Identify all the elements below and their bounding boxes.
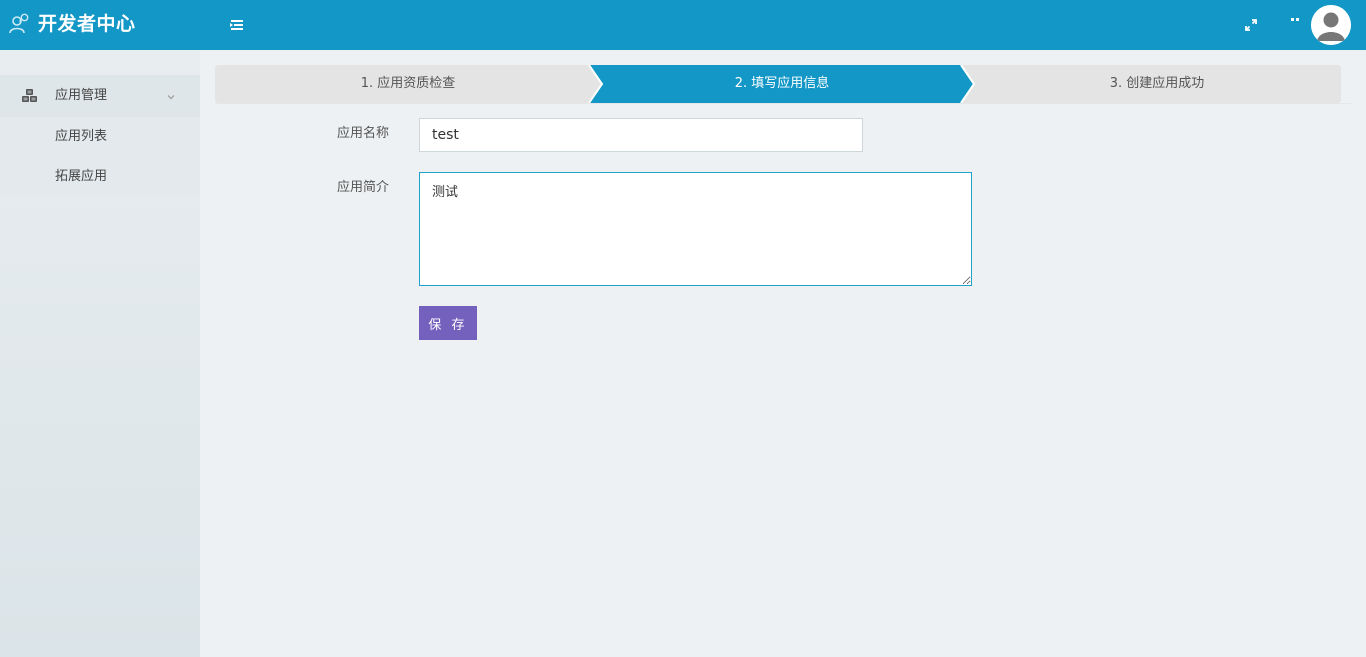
- chevron-down-icon: [166, 91, 176, 101]
- app-name-input[interactable]: [419, 118, 863, 152]
- fullscreen-icon[interactable]: [1243, 17, 1259, 33]
- app-name-label: 应用名称: [337, 126, 390, 141]
- sidebar-item-label: 拓展应用: [55, 169, 108, 184]
- steps-divider: [215, 103, 1351, 104]
- logo[interactable]: 开发者中心: [8, 12, 136, 36]
- progress-steps: 1. 应用资质检查 2. 填写应用信息 3. 创建应用成功: [215, 65, 1341, 103]
- sidebar-item-extension-apps[interactable]: 拓展应用: [0, 157, 200, 197]
- top-header: 开发者中心: [0, 0, 1366, 50]
- user-avatar-icon[interactable]: [1311, 5, 1351, 45]
- step-1-label: 1. 应用资质检查: [360, 76, 456, 91]
- sidebar-group-app-management[interactable]: 应用管理: [0, 75, 200, 117]
- sidebar-submenu: 应用列表 拓展应用: [0, 117, 200, 197]
- app-description-label: 应用简介: [337, 180, 390, 195]
- sidebar-item-app-list[interactable]: 应用列表: [0, 117, 200, 157]
- more-icon[interactable]: [1288, 13, 1302, 25]
- sidebar-group-label: 应用管理: [55, 88, 108, 103]
- save-button[interactable]: 保 存: [419, 306, 477, 340]
- sidebar: 应用管理 应用列表 拓展应用: [0, 50, 200, 657]
- step-3-label: 3. 创建应用成功: [1109, 76, 1205, 91]
- developer-logo-icon: [8, 12, 30, 36]
- menu-toggle-icon[interactable]: [229, 17, 245, 33]
- sidebar-item-label: 应用列表: [55, 129, 108, 144]
- app-description-textarea[interactable]: 测试: [419, 172, 972, 286]
- app-title: 开发者中心: [38, 13, 136, 35]
- cubes-icon: [21, 88, 39, 104]
- step-2-label: 2. 填写应用信息: [734, 76, 830, 91]
